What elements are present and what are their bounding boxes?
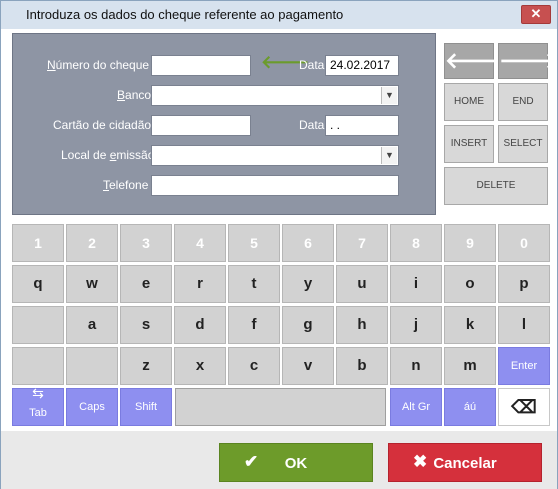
key-7[interactable]: 7 — [336, 224, 388, 262]
key-e[interactable]: e — [120, 265, 172, 303]
key-u[interactable]: u — [336, 265, 388, 303]
delete-button[interactable]: DELETE — [444, 167, 548, 205]
data-validade-label: Data — [299, 118, 325, 132]
key-d[interactable]: d — [174, 306, 226, 344]
space-key[interactable] — [175, 388, 386, 426]
tab-arrows-icon: ⇆ — [32, 385, 44, 401]
key-c[interactable]: c — [228, 347, 280, 385]
backspace-icon: ⌫ — [511, 397, 537, 417]
local-emissao-label-start: Local de — [61, 148, 110, 162]
numero-cheque-field[interactable] — [151, 55, 251, 76]
key-f[interactable]: f — [228, 306, 280, 344]
key-9[interactable]: 9 — [444, 224, 496, 262]
numero-cheque-label-mnemonic: N — [47, 58, 56, 72]
cancel-button-label: Cancelar — [433, 455, 497, 472]
key-a[interactable]: a — [66, 306, 118, 344]
chevron-down-icon[interactable]: ▼ — [381, 87, 397, 104]
cancel-button[interactable]: ✖ Cancelar — [388, 443, 542, 482]
ok-button[interactable]: ✔ OK — [219, 443, 373, 482]
chevron-down-icon[interactable]: ▼ — [381, 147, 397, 164]
banco-dropdown[interactable]: ▼ — [151, 85, 399, 106]
close-button[interactable]: ✕ — [521, 5, 551, 24]
forward-arrow-button[interactable]: 🡒 — [498, 43, 558, 79]
local-emissao-dropdown[interactable]: ▼ — [151, 145, 399, 166]
key-q[interactable]: q — [12, 265, 64, 303]
home-button[interactable]: HOME — [444, 83, 494, 121]
insert-button[interactable]: INSERT — [444, 125, 494, 163]
key-y[interactable]: y — [282, 265, 334, 303]
key-k[interactable]: k — [444, 306, 496, 344]
key-4[interactable]: 4 — [174, 224, 226, 262]
key-b[interactable]: b — [336, 347, 388, 385]
key-m[interactable]: m — [444, 347, 496, 385]
local-emissao-label: Local de emissão — [61, 148, 154, 162]
key-w[interactable]: w — [66, 265, 118, 303]
cartao-cidadao-field[interactable] — [151, 115, 251, 136]
key-r[interactable]: r — [174, 265, 226, 303]
telefone-field[interactable] — [151, 175, 399, 196]
select-button[interactable]: SELECT — [498, 125, 548, 163]
enter-key[interactable]: Enter — [498, 347, 550, 385]
tab-key[interactable]: ⇆ Tab — [12, 385, 64, 426]
title-bar: Introduza os dados do cheque referente a… — [1, 1, 557, 29]
back-arrow-button[interactable]: 🡐 — [444, 43, 504, 79]
key-h[interactable]: h — [336, 306, 388, 344]
key-8[interactable]: 8 — [390, 224, 442, 262]
key-j[interactable]: j — [390, 306, 442, 344]
key-n[interactable]: n — [390, 347, 442, 385]
window-title: Introduza os dados do cheque referente a… — [26, 7, 344, 22]
key-5[interactable]: 5 — [228, 224, 280, 262]
key-l[interactable]: l — [498, 306, 550, 344]
banco-label-mnemonic: B — [117, 88, 126, 102]
key-o[interactable]: o — [444, 265, 496, 303]
data-validade-field[interactable]: . . — [325, 115, 399, 136]
key-0[interactable]: 0 — [498, 224, 550, 262]
key-blank[interactable] — [66, 347, 118, 385]
key-s[interactable]: s — [120, 306, 172, 344]
end-button[interactable]: END — [498, 83, 548, 121]
data-field[interactable]: 24.02.2017 — [325, 55, 399, 76]
key-g[interactable]: g — [282, 306, 334, 344]
banco-label: Banco — [117, 88, 151, 102]
key-i[interactable]: i — [390, 265, 442, 303]
telefone-label-text: elefone — [109, 178, 149, 192]
key-2[interactable]: 2 — [66, 224, 118, 262]
cartao-cidadao-label: Cartão de cidadão — [53, 118, 152, 132]
altgr-key[interactable]: Alt Gr — [390, 388, 442, 426]
backspace-key[interactable]: ⌫ — [498, 388, 550, 426]
numero-cheque-label: Número do cheque — [47, 58, 149, 72]
accent-key[interactable]: áú — [444, 388, 496, 426]
dialog-window: Introduza os dados do cheque referente a… — [0, 0, 558, 489]
caps-key[interactable]: Caps — [66, 388, 118, 426]
shift-key[interactable]: Shift — [120, 388, 172, 426]
data-label: Data — [299, 58, 325, 72]
key-t[interactable]: t — [228, 265, 280, 303]
cheque-form-panel: Número do cheque 🡐 Data 24.02.2017 Banco… — [12, 33, 436, 215]
key-z[interactable]: z — [120, 347, 172, 385]
banco-label-text: anco — [125, 88, 152, 102]
key-blank[interactable] — [12, 347, 64, 385]
key-1[interactable]: 1 — [12, 224, 64, 262]
ok-button-label: OK — [284, 455, 308, 472]
telefone-label: Telefone — [103, 178, 148, 192]
local-emissao-label-end: missão — [116, 148, 155, 162]
key-3[interactable]: 3 — [120, 224, 172, 262]
tab-key-label: Tab — [29, 407, 47, 419]
key-x[interactable]: x — [174, 347, 226, 385]
key-6[interactable]: 6 — [282, 224, 334, 262]
key-blank[interactable] — [12, 306, 64, 344]
numero-cheque-label-text: úmero do cheque — [55, 58, 150, 72]
key-v[interactable]: v — [282, 347, 334, 385]
key-p[interactable]: p — [498, 265, 550, 303]
